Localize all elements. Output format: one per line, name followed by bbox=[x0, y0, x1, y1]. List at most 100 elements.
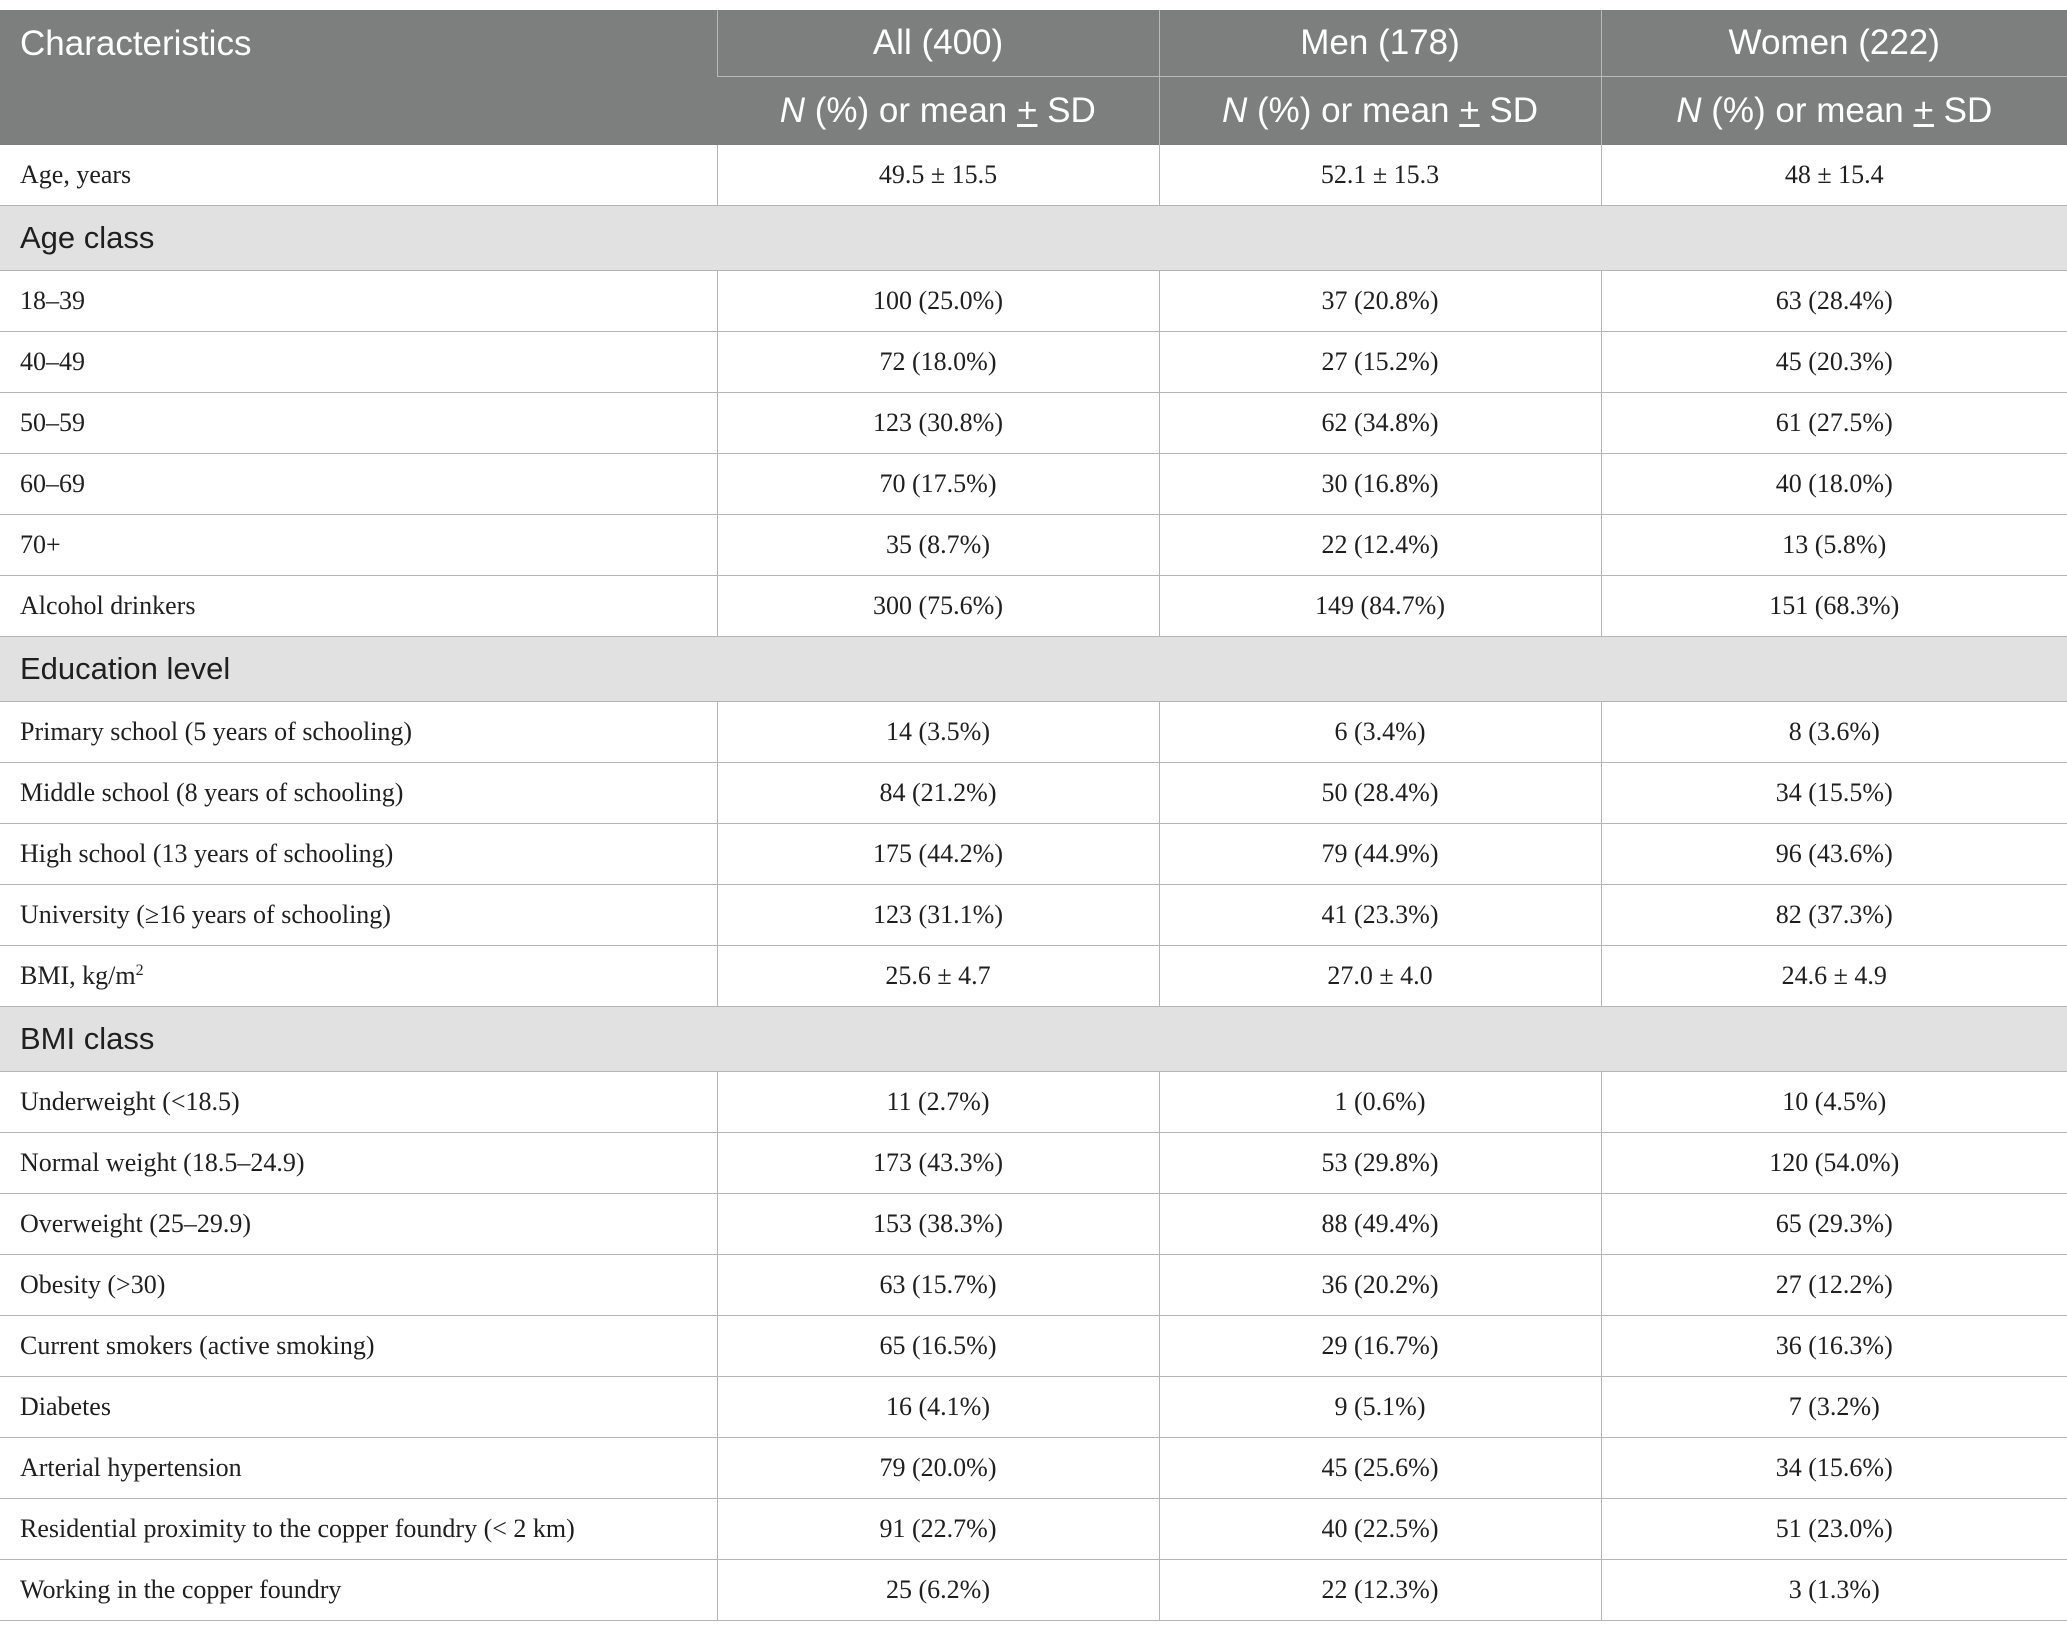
table-row: 18–39 100 (25.0%) 37 (20.8%) 63 (28.4%) bbox=[0, 270, 2067, 332]
row-label: 18–39 bbox=[0, 270, 717, 332]
table-row: High school (13 years of schooling) 175 (… bbox=[0, 823, 2067, 885]
table-row: Overweight (25–29.9) 153 (38.3%) 88 (49.4%… bbox=[0, 1193, 2067, 1255]
row-label-text: Normal weight (18.5–24.9) bbox=[20, 1148, 305, 1177]
cell-all: 16 (4.1%) bbox=[716, 1376, 1159, 1438]
row-label-text: 18–39 bbox=[20, 286, 85, 315]
cell-all: 11 (2.7%) bbox=[716, 1071, 1159, 1133]
cell-men: 6 (3.4%) bbox=[1158, 701, 1601, 763]
stat-text: (%) or mean bbox=[804, 91, 1017, 130]
cell-all: 72 (18.0%) bbox=[716, 331, 1159, 393]
cell-all: 25.6 ± 4.7 bbox=[716, 945, 1159, 1007]
cell-all: 173 (43.3%) bbox=[716, 1132, 1159, 1194]
table-row: Obesity (>30) 63 (15.7%) 36 (20.2%) 27 (12.… bbox=[0, 1254, 2067, 1316]
stat-n: N bbox=[1676, 91, 1702, 130]
cell-men: 79 (44.9%) bbox=[1158, 823, 1601, 885]
cell-men: 149 (84.7%) bbox=[1158, 575, 1601, 637]
row-label-text: Overweight (25–29.9) bbox=[20, 1209, 252, 1238]
section-label: Education level bbox=[0, 636, 2067, 702]
stat-sd: SD bbox=[1037, 91, 1096, 130]
row-label-text: Primary school (5 years of schooling) bbox=[20, 717, 413, 746]
row-label: Residential proximity to the copper foun… bbox=[0, 1498, 717, 1560]
cell-all: 123 (31.1%) bbox=[716, 884, 1159, 946]
cell-all: 25 (6.2%) bbox=[716, 1559, 1159, 1621]
row-label-text: Current smokers (active smoking) bbox=[20, 1331, 375, 1360]
row-label: Overweight (25–29.9) bbox=[0, 1193, 717, 1255]
table-header: Characteristics All (400) Men (178) Wome… bbox=[0, 10, 2067, 145]
table-row: Primary school (5 years of schooling) 14 … bbox=[0, 701, 2067, 763]
table-row: Underweight (<18.5) 11 (2.7%) 1 (0.6%) 10 (… bbox=[0, 1071, 2067, 1133]
cell-all: 65 (16.5%) bbox=[716, 1315, 1159, 1377]
stat-sd: SD bbox=[1479, 91, 1539, 130]
cell-women: 120 (54.0%) bbox=[1600, 1132, 2067, 1194]
row-label: Diabetes bbox=[0, 1376, 717, 1438]
row-label: 60–69 bbox=[0, 453, 717, 515]
row-label-text: 70+ bbox=[20, 530, 61, 559]
row-label-text: Obesity (>30) bbox=[20, 1270, 166, 1299]
cell-women: 34 (15.5%) bbox=[1600, 762, 2067, 824]
cell-all: 123 (30.8%) bbox=[716, 392, 1159, 454]
cell-women: 8 (3.6%) bbox=[1600, 701, 2067, 763]
row-label: BMI, kg/m2 bbox=[0, 945, 717, 1007]
cell-men: 53 (29.8%) bbox=[1158, 1132, 1601, 1194]
row-label-text: Age, years bbox=[20, 160, 132, 189]
table-row: Residential proximity to the copper foun… bbox=[0, 1498, 2067, 1560]
cell-men: 52.1 ± 15.3 bbox=[1158, 145, 1601, 206]
row-label: Current smokers (active smoking) bbox=[0, 1315, 717, 1377]
cell-women: 34 (15.6%) bbox=[1600, 1437, 2067, 1499]
table-row: 70+ 35 (8.7%) 22 (12.4%) 13 (5.8%) bbox=[0, 514, 2067, 576]
cell-men: 27 (15.2%) bbox=[1158, 331, 1601, 393]
cell-all: 175 (44.2%) bbox=[716, 823, 1159, 885]
table-row: Arterial hypertension 79 (20.0%) 45 (25.6%… bbox=[0, 1437, 2067, 1499]
cell-all: 70 (17.5%) bbox=[716, 453, 1159, 515]
table-row: Diabetes 16 (4.1%) 9 (5.1%) 7 (3.2%) bbox=[0, 1376, 2067, 1438]
cell-women: 7 (3.2%) bbox=[1600, 1376, 2067, 1438]
stat-n: N bbox=[779, 91, 805, 130]
table-body: Age, years 49.5 ± 15.5 52.1 ± 15.3 48 ± 15.… bbox=[0, 145, 2067, 1621]
cell-women: 36 (16.3%) bbox=[1600, 1315, 2067, 1377]
row-label-text: University (≥16 years of schooling) bbox=[20, 900, 391, 929]
cell-women: 96 (43.6%) bbox=[1600, 823, 2067, 885]
table-row: BMI, kg/m2 25.6 ± 4.7 27.0 ± 4.0 24.6 ± 4.9 bbox=[0, 945, 2067, 1007]
row-label: Underweight (<18.5) bbox=[0, 1071, 717, 1133]
cell-women: 13 (5.8%) bbox=[1600, 514, 2067, 576]
table-row: Working in the copper foundry 25 (6.2%) 22… bbox=[0, 1559, 2067, 1621]
cell-all: 84 (21.2%) bbox=[716, 762, 1159, 824]
cell-women: 63 (28.4%) bbox=[1600, 270, 2067, 332]
table-row: 40–49 72 (18.0%) 27 (15.2%) 45 (20.3%) bbox=[0, 331, 2067, 393]
section-label: BMI class bbox=[0, 1006, 2067, 1072]
table-row: 60–69 70 (17.5%) 30 (16.8%) 40 (18.0%) bbox=[0, 453, 2067, 515]
table-row: 50–59 123 (30.8%) 62 (34.8%) 61 (27.5%) bbox=[0, 392, 2067, 454]
header-row-groups: Characteristics All (400) Men (178) Wome… bbox=[0, 10, 2067, 145]
row-label-text: 60–69 bbox=[20, 469, 85, 498]
cell-all: 91 (22.7%) bbox=[716, 1498, 1159, 1560]
table-row: Age, years 49.5 ± 15.5 52.1 ± 15.3 48 ± 15.… bbox=[0, 145, 2067, 206]
cell-men: 45 (25.6%) bbox=[1158, 1437, 1601, 1499]
row-label-text: Middle school (8 years of schooling) bbox=[20, 778, 404, 807]
cell-women: 82 (37.3%) bbox=[1600, 884, 2067, 946]
row-label: Arterial hypertension bbox=[0, 1437, 717, 1499]
header-stat-men: N (%) or mean + SD bbox=[1158, 76, 1601, 145]
cell-men: 29 (16.7%) bbox=[1158, 1315, 1601, 1377]
row-label-text: 40–49 bbox=[20, 347, 85, 376]
header-group-men: Men (178) bbox=[1158, 10, 1601, 77]
cell-men: 62 (34.8%) bbox=[1158, 392, 1601, 454]
section-label: Age class bbox=[0, 205, 2067, 271]
table-row: Alcohol drinkers 300 (75.6%) 149 (84.7%) 15… bbox=[0, 575, 2067, 637]
stat-text: (%) or mean bbox=[1701, 91, 1914, 130]
cell-all: 14 (3.5%) bbox=[716, 701, 1159, 763]
row-label: Age, years bbox=[0, 145, 717, 206]
cell-men: 50 (28.4%) bbox=[1158, 762, 1601, 824]
cell-men: 88 (49.4%) bbox=[1158, 1193, 1601, 1255]
row-label-text: Alcohol drinkers bbox=[20, 591, 196, 620]
section-row: Age class bbox=[0, 205, 2067, 271]
cell-women: 61 (27.5%) bbox=[1600, 392, 2067, 454]
cell-all: 153 (38.3%) bbox=[716, 1193, 1159, 1255]
row-label: High school (13 years of schooling) bbox=[0, 823, 717, 885]
table-row: Current smokers (active smoking) 65 (16.5… bbox=[0, 1315, 2067, 1377]
cell-women: 48 ± 15.4 bbox=[1600, 145, 2067, 206]
row-label: University (≥16 years of schooling) bbox=[0, 884, 717, 946]
row-label: Primary school (5 years of schooling) bbox=[0, 701, 717, 763]
row-label-text: Diabetes bbox=[20, 1392, 111, 1421]
row-label-text: Working in the copper foundry bbox=[20, 1575, 342, 1604]
cell-all: 35 (8.7%) bbox=[716, 514, 1159, 576]
